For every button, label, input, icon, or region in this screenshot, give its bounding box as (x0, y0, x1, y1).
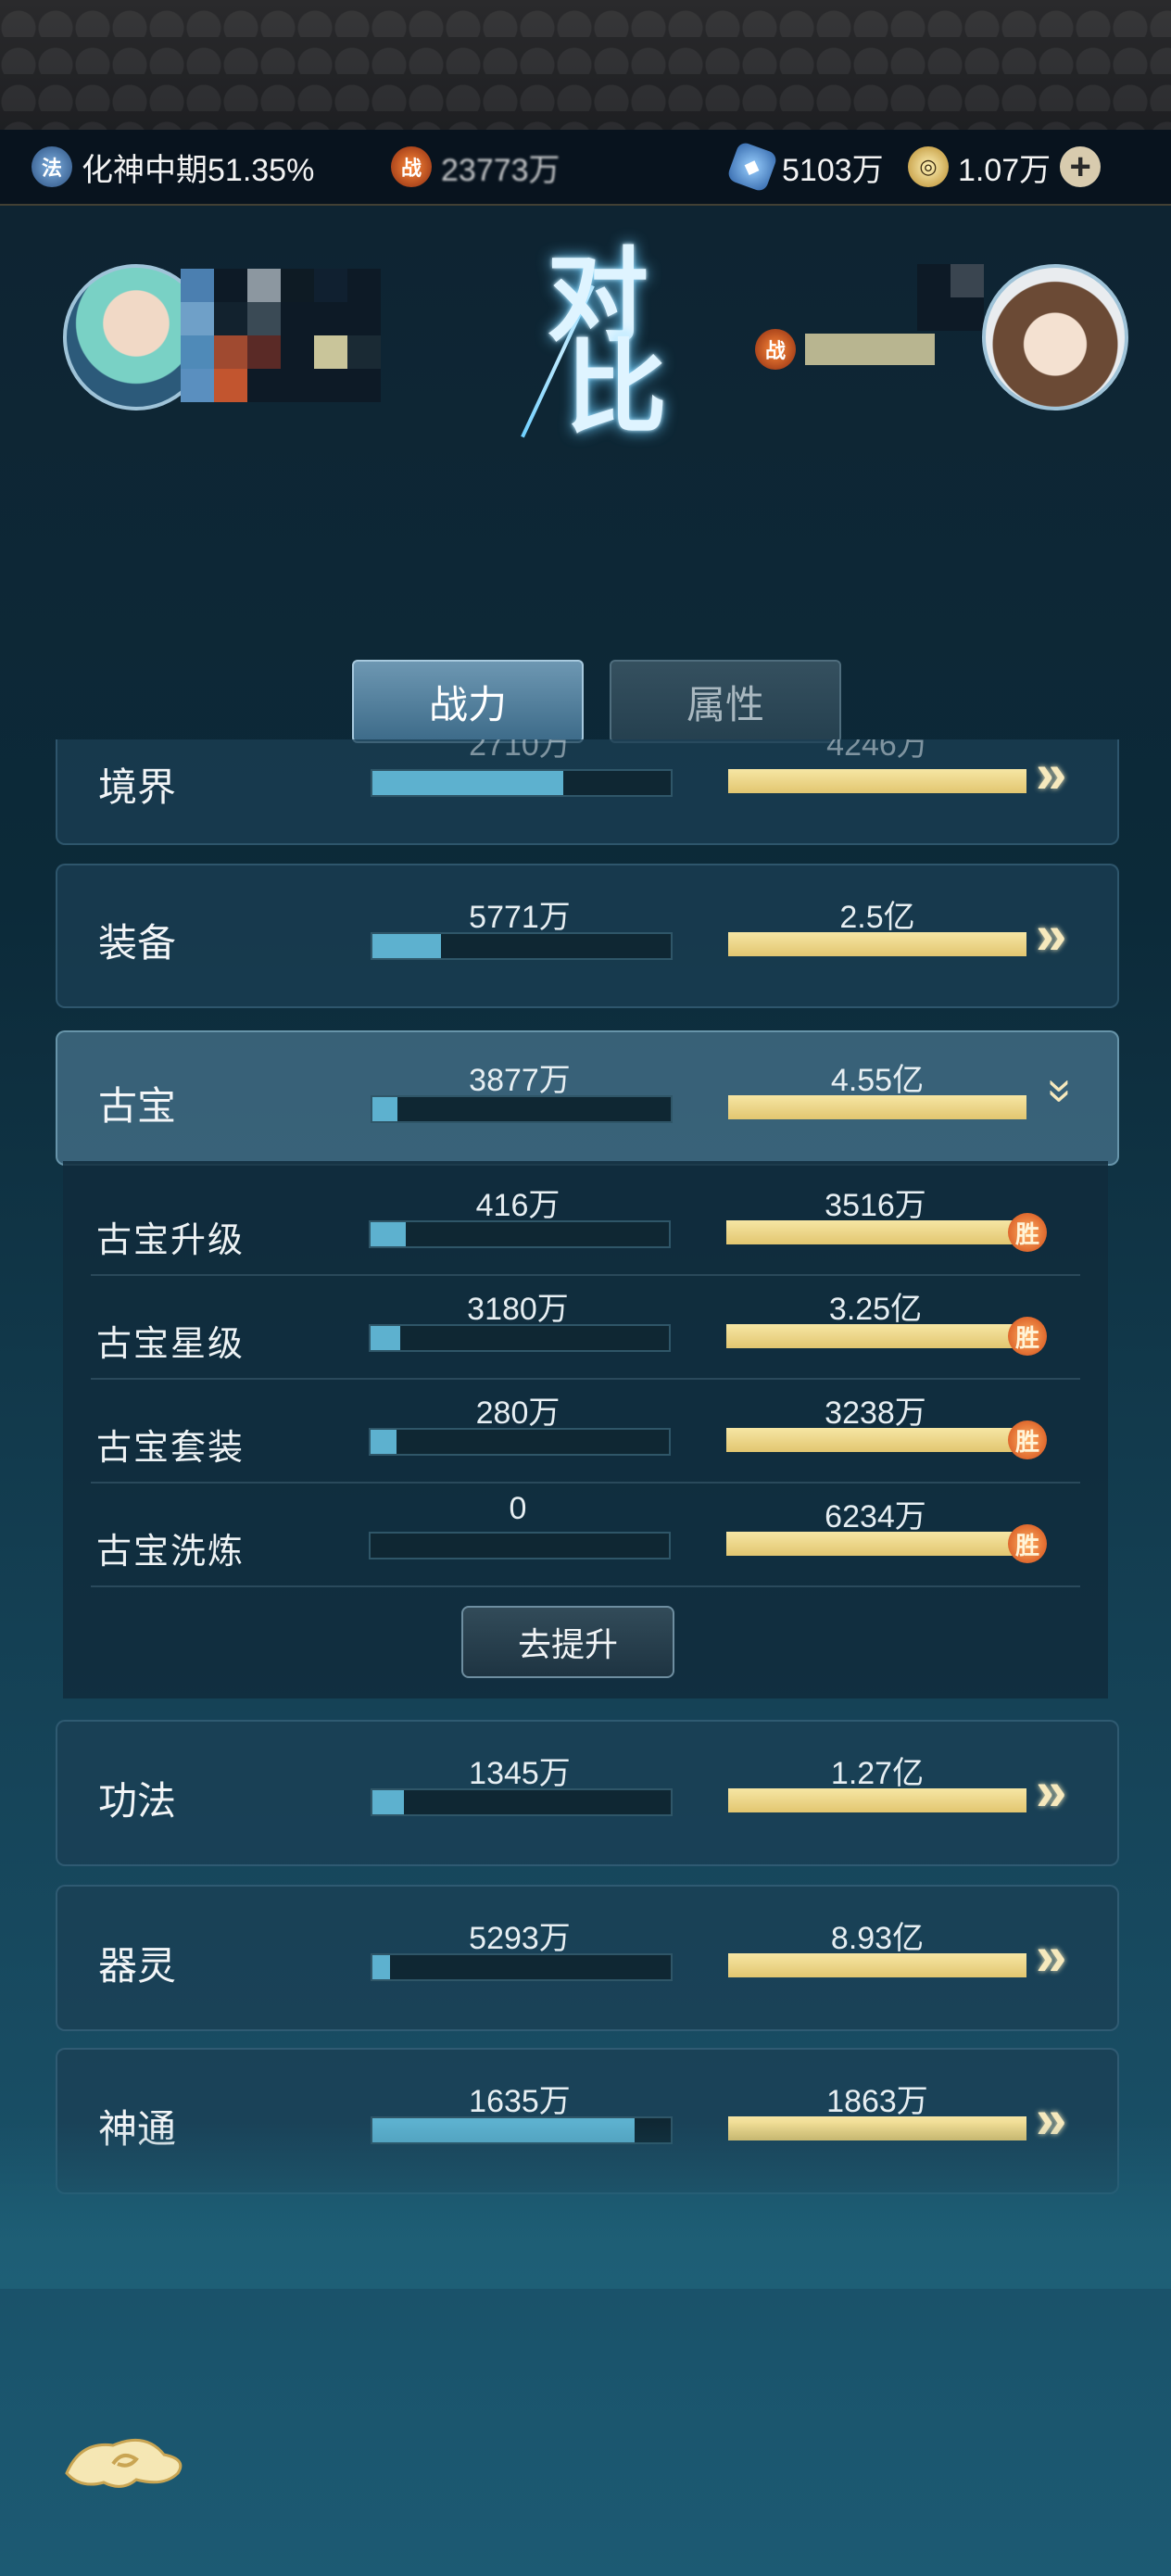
right-value: 1863万 (826, 2084, 928, 2119)
realm-progress: 法 化神中期51.35% (31, 145, 314, 190)
tab-attributes[interactable]: 属性 (610, 660, 841, 743)
jade-icon: ◆ (725, 140, 779, 194)
right-bar (726, 1532, 1025, 1556)
go-upgrade-button[interactable]: 去提升 (461, 1606, 674, 1678)
left-bar (371, 769, 673, 797)
win-badge: 胜 (1008, 1524, 1047, 1563)
top-decorative-band (0, 0, 1171, 130)
subrow-label: 古宝星级 (96, 1323, 246, 1364)
win-badge: 胜 (1008, 1421, 1047, 1459)
jade-currency[interactable]: ◆ 5103万 (725, 140, 884, 194)
right-bar (728, 932, 1026, 956)
subrow-label: 古宝套装 (96, 1427, 246, 1468)
left-bar (369, 1428, 671, 1456)
left-value: 3180万 (467, 1292, 569, 1327)
add-currency-button[interactable]: + (1060, 146, 1102, 187)
row-ancient-treasure[interactable]: 古宝 3877万 4.55亿 » (56, 1030, 1119, 1166)
comparison-header: 对 比 战 (0, 222, 1171, 445)
tab-combat-power[interactable]: 战力 (352, 660, 584, 743)
jade-amount: 5103万 (782, 152, 884, 188)
row-technique[interactable]: 功法 1345万 1.27亿 » (56, 1720, 1119, 1866)
left-bar (369, 1532, 671, 1559)
left-bar (371, 1095, 673, 1123)
ancient-treasure-details: 古宝升级 416万 3516万 胜 古宝星级 3180万 3.25亿 胜 古宝套… (63, 1161, 1108, 1698)
subrow-refine: 古宝洗炼 0 6234万 胜 (91, 1482, 1080, 1587)
vs-title-bottom: 比 (565, 328, 667, 448)
battle-icon: 战 (391, 146, 432, 187)
spirit-amount: 1.07万 (958, 152, 1051, 188)
right-bar (728, 769, 1026, 793)
battle-power: 战 23773万 (391, 145, 560, 190)
left-value: 1345万 (469, 1756, 571, 1791)
chevron-right-icon[interactable]: » (1036, 1924, 1066, 1988)
subrow-label: 古宝升级 (96, 1219, 246, 1260)
left-value: 3877万 (469, 1063, 571, 1098)
left-bar (371, 1953, 673, 1981)
row-label: 装备 (98, 920, 177, 966)
left-value: 1635万 (469, 2084, 571, 2119)
opponent-name-mosaic (917, 264, 984, 331)
right-value: 3238万 (825, 1395, 926, 1431)
opponent-power-value-obscured (805, 334, 935, 365)
row-realm[interactable]: 境界 2710万 4246万 » (56, 739, 1119, 845)
right-value: 6234万 (825, 1499, 926, 1534)
chevron-right-icon[interactable]: » (1036, 1759, 1066, 1823)
right-value: 1.27亿 (830, 1756, 925, 1791)
left-value: 5293万 (469, 1921, 571, 1956)
player-name-mosaic (181, 269, 381, 402)
win-badge: 胜 (1008, 1317, 1047, 1356)
spirit-currency[interactable]: ◎ 1.07万 + (908, 145, 1102, 190)
subrow-set: 古宝套装 280万 3238万 胜 (91, 1378, 1080, 1484)
resource-bar: 法 化神中期51.35% 战 23773万 ◆ 5103万 ◎ 1.07万 + (0, 130, 1171, 206)
row-label: 器灵 (98, 1943, 177, 1989)
right-value: 8.93亿 (830, 1921, 925, 1956)
subrow-upgrade: 古宝升级 416万 3516万 胜 (91, 1170, 1080, 1276)
right-value: 3516万 (825, 1188, 926, 1223)
row-label: 功法 (98, 1778, 177, 1824)
right-bar (728, 1095, 1026, 1119)
left-bar (369, 1324, 671, 1352)
vs-title: 对 比 (519, 246, 676, 439)
subrow-label: 古宝洗炼 (96, 1531, 246, 1572)
bottom-fade-overlay (0, 2122, 1171, 2289)
battle-power-value: 23773万 (441, 152, 560, 188)
chevron-right-icon[interactable]: » (1036, 903, 1066, 966)
opponent-avatar[interactable] (982, 264, 1128, 410)
row-equipment[interactable]: 装备 5771万 2.5亿 » (56, 864, 1119, 1008)
compare-tabs: 战力 属性 (352, 660, 841, 743)
battle-icon: 战 (755, 329, 796, 370)
row-artifact-spirit[interactable]: 器灵 5293万 8.93亿 » (56, 1885, 1119, 2031)
row-label: 境界 (98, 764, 177, 810)
left-value: 5771万 (469, 900, 571, 935)
win-badge: 胜 (1008, 1213, 1047, 1252)
chevron-down-icon[interactable]: » (1036, 1079, 1087, 1104)
cloud-return-icon[interactable] (57, 2422, 187, 2496)
left-value: 0 (509, 1491, 527, 1526)
left-bar (371, 932, 673, 960)
right-bar (726, 1324, 1025, 1348)
law-icon: 法 (31, 146, 72, 187)
right-value: 4.55亿 (830, 1063, 925, 1098)
right-bar (726, 1428, 1025, 1452)
right-value: 2.5亿 (839, 900, 915, 935)
left-bar (371, 1788, 673, 1816)
spirit-coin-icon: ◎ (908, 146, 949, 187)
right-bar (726, 1220, 1025, 1244)
right-bar (728, 1953, 1026, 1977)
opponent-power: 战 (755, 329, 935, 370)
subrow-star-level: 古宝星级 3180万 3.25亿 胜 (91, 1274, 1080, 1380)
left-bar (369, 1220, 671, 1248)
chevron-right-icon[interactable]: » (1036, 741, 1066, 805)
left-value: 416万 (475, 1188, 560, 1223)
left-value: 280万 (475, 1395, 560, 1431)
right-value: 3.25亿 (828, 1292, 923, 1327)
row-label: 古宝 (98, 1083, 177, 1129)
right-bar (728, 1788, 1026, 1812)
realm-text: 化神中期51.35% (82, 152, 315, 188)
